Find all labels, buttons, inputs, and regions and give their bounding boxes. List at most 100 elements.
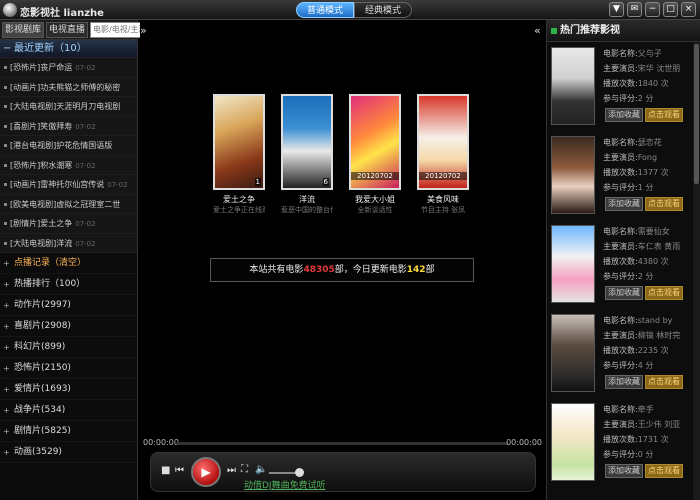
poster-card[interactable]: 20120702 我爱大小姐 全新谈话性 <box>349 94 401 215</box>
recommend-actions: 添加收藏 点击观看 <box>605 375 683 389</box>
minimize-button[interactable]: − <box>645 2 660 17</box>
list-item[interactable]: [恐怖片]积水潮寒 07-02 <box>0 156 137 175</box>
category-label: 喜剧片(2908) <box>14 321 71 331</box>
menu-dropdown-button[interactable]: ▼ <box>609 2 624 17</box>
volume-icon[interactable]: 🔈 <box>255 464 267 475</box>
watch-button[interactable]: 点击观看 <box>645 108 683 122</box>
poster-card[interactable]: 1 爱土之争 爱土之争正在线观 <box>213 94 265 215</box>
recent-updates-header[interactable]: − 最近更新（10） <box>0 40 137 58</box>
volume-slider[interactable] <box>269 472 297 474</box>
recommend-actions: 添加收藏 点击观看 <box>605 197 683 211</box>
field-name: 电影名称:stand by <box>603 316 673 325</box>
close-button[interactable]: × <box>681 2 696 17</box>
sidebar-item-drama[interactable]: + 剧情片(5825) <box>0 421 137 442</box>
collapse-right-panel-icon[interactable]: « <box>534 24 541 37</box>
previous-icon[interactable]: ⏮ <box>175 465 184 476</box>
next-icon[interactable]: ⏭ <box>227 465 236 476</box>
field-score: 参与评分:4 分 <box>603 361 654 370</box>
add-favorite-button[interactable]: 添加收藏 <box>605 375 643 389</box>
recommend-thumbnail[interactable] <box>551 403 595 481</box>
expand-sidebar-icon[interactable]: » <box>140 24 147 37</box>
item-title: [大陆电视剧]洋流 <box>10 238 73 248</box>
list-item[interactable]: [欧美电视剧]虚拟之冠理室二世 <box>0 195 137 214</box>
category-label: 剧情片(5825) <box>14 426 71 436</box>
episode-badge: 6 <box>322 178 329 186</box>
poster-title[interactable]: 洋流 <box>281 194 333 205</box>
sidebar-item-scifi[interactable]: + 科幻片(899) <box>0 337 137 358</box>
watch-button[interactable]: 点击观看 <box>645 464 683 478</box>
tab-movie-library[interactable]: 影视剧库 <box>2 21 45 38</box>
sidebar-item-hot-ranking[interactable]: + 热播排行（100） <box>0 274 137 295</box>
sidebar: 影视剧库 电视直播 − 最近更新（10） [恐怖片]丧尸命运07-02 [动画片… <box>0 20 159 500</box>
sidebar-item-war[interactable]: + 战争片(534) <box>0 400 137 421</box>
total-movies-count: 48305 <box>303 265 335 275</box>
watch-button[interactable]: 点击观看 <box>645 197 683 211</box>
sidebar-item-romance[interactable]: + 爱情片(1693) <box>0 379 137 400</box>
scrollbar-thumb[interactable] <box>694 44 699 184</box>
tab-normal-mode[interactable]: 普通模式 <box>296 2 355 18</box>
recommend-item: 电影名称:stand by 主要演员:柳镐 林时完 播放次数:2235 次 参与… <box>547 309 700 398</box>
add-favorite-button[interactable]: 添加收藏 <box>605 464 643 478</box>
list-item[interactable]: [大陆电视剧]天涯明月刀电视剧 <box>0 97 137 117</box>
tab-tv-live[interactable]: 电视直播 <box>46 21 89 38</box>
add-favorite-button[interactable]: 添加收藏 <box>605 197 643 211</box>
poster-title[interactable]: 我爱大小姐 <box>349 194 401 205</box>
sidebar-item-comedy[interactable]: + 喜剧片(2908) <box>0 316 137 337</box>
play-button[interactable]: ▶ <box>191 457 221 487</box>
sidebar-item-horror[interactable]: + 恐怖片(2150) <box>0 358 137 379</box>
expand-icon: + <box>3 448 10 457</box>
category-label: 动作片(2997) <box>14 300 71 310</box>
poster-title[interactable]: 爱土之争 <box>213 194 265 205</box>
poster-image[interactable]: 20120702 <box>417 94 469 190</box>
list-item[interactable]: [动画片]雷神托尔仙宫传说 07-02 <box>0 175 137 195</box>
recommend-thumbnail[interactable] <box>551 225 595 303</box>
banner-text: 部，今日更新电影 <box>334 265 407 275</box>
sidebar-item-action[interactable]: + 动作片(2997) <box>0 295 137 316</box>
promo-link[interactable]: 动借DJ舞曲免费试听 <box>244 478 326 491</box>
watch-button[interactable]: 点击观看 <box>645 375 683 389</box>
sidebar-item-play-history[interactable]: + 点播记录（清空） <box>0 253 137 274</box>
poster-image[interactable]: 1 <box>213 94 265 190</box>
list-item[interactable]: [剧情片]爱土之争 07-02 <box>0 214 137 234</box>
expand-icon: + <box>3 259 10 268</box>
list-item[interactable]: [喜剧片]笑傲拜寿 07-02 <box>0 117 137 136</box>
expand-icon: + <box>3 385 10 394</box>
watch-button[interactable]: 点击观看 <box>645 286 683 300</box>
list-item[interactable]: [恐怖片]丧尸命运 07-02 <box>0 58 137 78</box>
poster-image[interactable]: 6 <box>281 94 333 190</box>
banner-text: 本站共有电影 <box>249 265 304 275</box>
field-score: 参与评分:1 分 <box>603 183 654 192</box>
main-content: 1 爱土之争 爱土之争正在线观 6 洋流 惹恶中国的整台作 20120702 我… <box>140 20 544 500</box>
category-label: 战争片(534) <box>14 405 66 415</box>
poster-image[interactable]: 20120702 <box>349 94 401 190</box>
field-score: 参与评分:2 分 <box>603 272 654 281</box>
poster-subtitle: 全新谈话性 <box>357 206 393 214</box>
list-item[interactable]: [动画片]功夫熊猫之师傅的秘密 <box>0 78 137 97</box>
recent-list: [恐怖片]丧尸命运 07-02 [动画片]功夫熊猫之师傅的秘密 [大陆电视剧]天涯… <box>0 58 137 253</box>
maximize-button[interactable]: □ <box>663 2 678 17</box>
volume-knob[interactable] <box>295 468 304 477</box>
mail-button[interactable]: ✉ <box>627 2 642 17</box>
category-label: 恐怖片(2150) <box>14 363 71 373</box>
poster-card[interactable]: 6 洋流 惹恶中国的整台作 <box>281 94 333 215</box>
recommend-thumbnail[interactable] <box>551 136 595 214</box>
seek-bar[interactable] <box>176 442 508 445</box>
fullscreen-icon[interactable]: ⛶ <box>241 464 248 475</box>
recommend-thumbnail[interactable] <box>551 314 595 392</box>
add-favorite-button[interactable]: 添加收藏 <box>605 108 643 122</box>
poster-title[interactable]: 美食风味 <box>417 194 469 205</box>
scrollbar[interactable] <box>693 42 700 500</box>
add-favorite-button[interactable]: 添加收藏 <box>605 286 643 300</box>
recommend-thumbnail[interactable] <box>551 47 595 125</box>
tab-classic-mode[interactable]: 经典模式 <box>354 2 413 18</box>
list-item[interactable]: [大陆电视剧]洋流 07-02 <box>0 234 137 253</box>
field-score: 参与评分:0 分 <box>603 450 654 459</box>
recommend-item: 电影名称:瑟恋花 主要演员:Fong 播放次数:1377 次 参与评分:1 分 … <box>547 131 700 220</box>
stop-icon[interactable]: ■ <box>161 465 170 476</box>
item-title: [大陆电视剧]天涯明月刀电视剧 <box>10 102 121 111</box>
poster-card[interactable]: 20120702 美食风味 节目主持 张凤 <box>417 94 469 215</box>
list-item[interactable]: [港台电视剧]护花危情国语版 <box>0 136 137 156</box>
field-cast: 主要演员:王少伟 刘亚 <box>603 420 681 429</box>
sidebar-item-animation[interactable]: + 动画(3529) <box>0 442 137 463</box>
section-marker-icon <box>551 28 557 34</box>
